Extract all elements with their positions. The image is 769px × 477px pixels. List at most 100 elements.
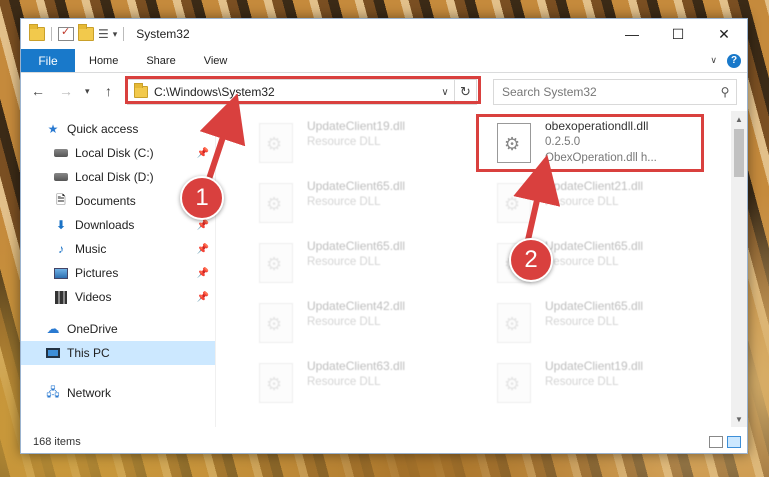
pane-divider[interactable] <box>215 115 216 427</box>
new-folder-icon[interactable] <box>78 24 94 41</box>
back-arrow-icon[interactable]: ← <box>31 83 45 99</box>
tab-view[interactable]: View <box>190 49 242 72</box>
window-title: System32 <box>136 27 190 41</box>
file-item-obexoperationdll[interactable]: obexoperationdll.dll 0.2.5.0 ObexOperati… <box>479 115 709 171</box>
address-bar[interactable]: C:\Windows\System32 ∨ ↻ <box>127 79 477 105</box>
address-path[interactable]: C:\Windows\System32 <box>154 85 436 99</box>
search-icon[interactable]: ⚲ <box>714 85 736 99</box>
star-icon: ★ <box>47 122 59 136</box>
file-name: UpdateClient65.dll <box>545 299 644 313</box>
sidebar-item-label: Network <box>67 386 112 400</box>
dll-file-icon <box>497 303 531 343</box>
dll-file-icon <box>259 363 293 403</box>
downloads-icon: ⬇ <box>55 218 67 232</box>
status-bar: 168 items <box>21 431 747 453</box>
file-description: Resource DLL <box>545 376 619 388</box>
search-input[interactable] <box>494 85 714 99</box>
file-item[interactable]: UpdateClient65.dll Resource DLL <box>479 295 709 351</box>
scroll-up-icon[interactable]: ▲ <box>731 111 747 127</box>
sidebar-item-local-disk-c[interactable]: Local Disk (C:) 📌 <box>21 141 215 165</box>
maximize-button[interactable]: ☐ <box>655 19 701 49</box>
vertical-scrollbar[interactable]: ▲ ▼ <box>731 111 747 427</box>
file-item[interactable]: UpdateClient65.dll Resource DLL <box>241 175 471 231</box>
sidebar-item-label: Music <box>75 242 107 256</box>
title-bar: ☰ ▾ System32 — ☐ ✕ <box>21 19 747 49</box>
dll-file-icon <box>259 303 293 343</box>
sidebar-item-network[interactable]: 🖧 Network <box>21 381 215 405</box>
view-options-icon[interactable]: ☰ <box>98 27 109 41</box>
tab-file[interactable]: File <box>21 49 75 72</box>
folder-icon <box>134 83 148 98</box>
up-arrow-icon[interactable]: ↑ <box>105 83 112 99</box>
sidebar-item-music[interactable]: ♪ Music 📌 <box>21 237 215 261</box>
tab-home[interactable]: Home <box>75 49 132 72</box>
drive-icon <box>53 170 69 184</box>
file-name: UpdateClient65.dll <box>545 239 644 253</box>
file-description: Resource DLL <box>307 376 381 388</box>
sidebar-item-label: Pictures <box>75 266 119 280</box>
sidebar-item-label: Documents <box>75 194 136 208</box>
tab-share[interactable]: Share <box>132 49 189 72</box>
sidebar-item-quick-access[interactable]: ★ Quick access <box>21 117 215 141</box>
file-description: Resource DLL <box>307 196 381 208</box>
file-item[interactable]: UpdateClient63.dll Resource DLL <box>241 355 471 411</box>
sidebar-item-videos[interactable]: Videos 📌 <box>21 285 215 309</box>
chevron-down-icon[interactable]: ▾ <box>113 29 118 40</box>
file-description: Resource DLL <box>307 316 381 328</box>
dll-file-icon <box>497 123 531 163</box>
file-item[interactable]: UpdateClient19.dll Resource DLL <box>241 115 471 171</box>
refresh-icon[interactable]: ↻ <box>454 80 476 104</box>
file-description: ObexOperation.dll h... <box>545 152 657 164</box>
file-description: Resource DLL <box>545 316 619 328</box>
ribbon-tabs: File Home Share View ∨ ? <box>21 49 747 73</box>
navigation-bar: ← → ▾ ↑ C:\Windows\System32 ∨ ↻ ⚲ <box>21 75 747 109</box>
folder-icon <box>29 24 45 41</box>
minimize-button[interactable]: — <box>609 19 655 49</box>
close-button[interactable]: ✕ <box>701 19 747 49</box>
pin-icon[interactable]: 📌 <box>197 268 209 279</box>
pin-icon[interactable]: 📌 <box>197 220 209 231</box>
pin-icon[interactable]: 📌 <box>197 292 209 303</box>
pictures-icon <box>53 266 69 280</box>
step-marker-1: 1 <box>180 176 224 220</box>
file-item[interactable]: UpdateClient65.dll Resource DLL <box>241 235 471 291</box>
window-controls: — ☐ ✕ <box>609 19 747 49</box>
sidebar-item-label: This PC <box>67 346 110 360</box>
explorer-window: ☰ ▾ System32 — ☐ ✕ File Home Share View … <box>20 18 748 454</box>
recent-locations-icon[interactable]: ▾ <box>85 86 90 97</box>
file-name: UpdateClient19.dll <box>545 359 644 373</box>
sidebar-item-onedrive[interactable]: ☁ OneDrive <box>21 317 215 341</box>
pin-icon[interactable]: 📌 <box>197 148 209 159</box>
chevron-down-icon[interactable]: ∨ <box>710 55 717 66</box>
scroll-down-icon[interactable]: ▼ <box>731 411 747 427</box>
music-icon: ♪ <box>58 242 64 256</box>
large-icons-view-icon[interactable] <box>727 436 741 448</box>
sidebar-item-label: Local Disk (D:) <box>75 170 154 184</box>
file-name: UpdateClient63.dll <box>307 359 406 373</box>
toolbar-divider <box>51 27 52 41</box>
file-item[interactable]: UpdateClient21.dll Resource DLL <box>479 175 709 231</box>
onedrive-icon: ☁ <box>46 321 60 336</box>
dll-file-icon <box>259 243 293 283</box>
sidebar-item-downloads[interactable]: ⬇ Downloads 📌 <box>21 213 215 237</box>
dll-file-icon <box>259 123 293 163</box>
details-view-icon[interactable] <box>709 436 723 448</box>
view-switcher <box>709 436 741 448</box>
forward-arrow-icon[interactable]: → <box>59 83 73 99</box>
documents-icon: 🗎 <box>56 192 66 207</box>
scrollbar-thumb[interactable] <box>734 129 744 177</box>
file-name: UpdateClient65.dll <box>307 239 406 253</box>
properties-icon[interactable] <box>58 25 74 41</box>
search-box[interactable]: ⚲ <box>493 79 737 105</box>
chevron-down-icon[interactable]: ∨ <box>436 87 454 98</box>
help-icon[interactable]: ? <box>727 53 741 68</box>
file-description: Resource DLL <box>307 256 381 268</box>
pin-icon[interactable]: 📌 <box>197 244 209 255</box>
file-item[interactable]: UpdateClient19.dll Resource DLL <box>479 355 709 411</box>
sidebar-item-pictures[interactable]: Pictures 📌 <box>21 261 215 285</box>
file-description: Resource DLL <box>545 256 619 268</box>
sidebar-item-this-pc[interactable]: This PC <box>21 341 215 365</box>
dll-file-icon <box>497 363 531 403</box>
ribbon-right: ∨ ? <box>710 49 747 72</box>
file-item[interactable]: UpdateClient42.dll Resource DLL <box>241 295 471 351</box>
